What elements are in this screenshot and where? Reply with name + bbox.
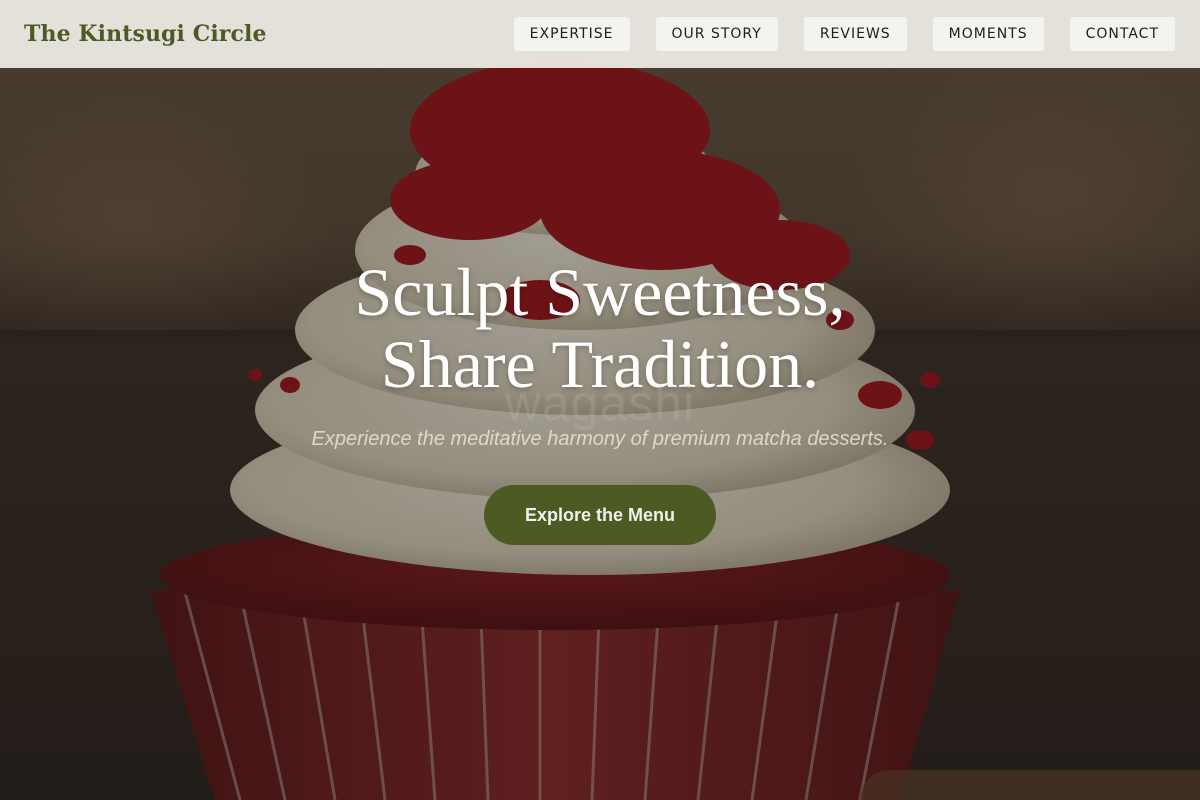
nav-expertise-button[interactable]: EXPERTISE: [512, 16, 631, 52]
explore-menu-button[interactable]: Explore the Menu: [484, 485, 716, 545]
nav-our-story-button[interactable]: OUR STORY: [654, 16, 779, 52]
brand-logo[interactable]: The Kintsugi Circle: [24, 21, 267, 47]
hero-section: wagashi Sculpt Sweetness, Share Traditio…: [0, 256, 1200, 545]
main-nav: EXPERTISE OUR STORY REVIEWS MOMENTS CONT…: [512, 16, 1176, 52]
nav-moments-button[interactable]: MOMENTS: [931, 16, 1045, 52]
nav-contact-button[interactable]: CONTACT: [1068, 16, 1176, 52]
site-header: The Kintsugi Circle EXPERTISE OUR STORY …: [0, 0, 1200, 68]
hero-watermark: wagashi: [504, 375, 696, 431]
hero-headline-line-1: Sculpt Sweetness,: [354, 254, 846, 330]
nav-reviews-button[interactable]: REVIEWS: [802, 16, 908, 52]
